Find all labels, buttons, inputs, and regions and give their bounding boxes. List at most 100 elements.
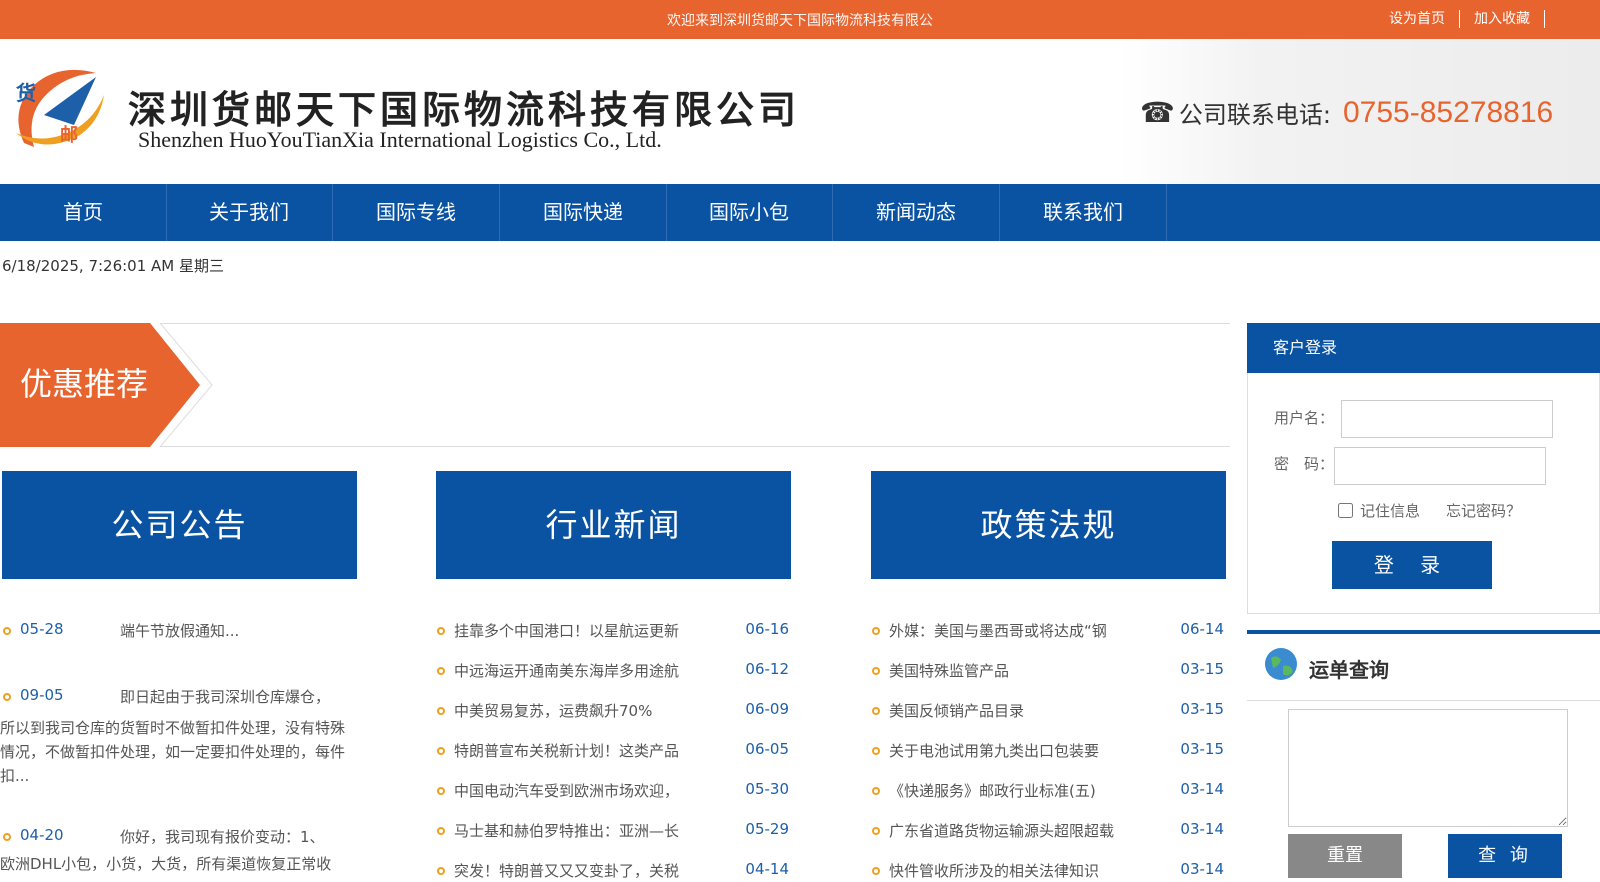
policy-header[interactable]: 政策法规	[871, 471, 1226, 579]
item-title[interactable]: 外媒：美国与墨西哥或将达成“钢	[889, 620, 1144, 641]
list-item[interactable]: 美国特殊监管产品 03-15	[869, 660, 1224, 682]
list-item[interactable]: 突发！特朗普又又又变卦了，关税 04-14	[434, 860, 789, 882]
item-title[interactable]: 美国反倾销产品目录	[889, 700, 1144, 721]
item-title[interactable]: 《快递服务》邮政行业标准(五)	[889, 780, 1144, 801]
item-date: 06-05	[745, 740, 789, 758]
remember-label[interactable]: 记住信息	[1360, 500, 1420, 521]
forgot-password-link[interactable]: 忘记密码？	[1446, 500, 1521, 521]
item-date: 06-16	[745, 620, 789, 638]
promo-label: 优惠推荐	[20, 365, 149, 403]
company-name-cn: 深圳货邮天下国际物流科技有限公司	[128, 87, 801, 132]
bullet-icon	[872, 867, 880, 875]
item-date: 03-14	[1180, 780, 1224, 798]
password-label: 密 码：	[1274, 455, 1335, 473]
company-logo[interactable]: 货 邮	[4, 55, 108, 159]
remember-checkbox[interactable]	[1338, 503, 1353, 518]
add-favorite-link[interactable]: 加入收藏	[1460, 10, 1545, 28]
query-button[interactable]: 查 询	[1448, 834, 1562, 878]
phone-number: 0755-85278816	[1342, 95, 1554, 129]
list-item[interactable]: 04-20 你好，我司现有报价变动：1、 欧洲DHL小包，小货，大货，所有渠道恢…	[0, 826, 355, 873]
item-title[interactable]: 即日起由于我司深圳仓库爆仓，	[120, 686, 355, 707]
username-input[interactable]	[1341, 400, 1553, 438]
username-label: 用户名：	[1274, 409, 1335, 427]
announcements-header[interactable]: 公司公告	[2, 471, 357, 579]
promo-banner: 优惠推荐	[0, 323, 1230, 447]
list-item[interactable]: 挂靠多个中国港口！以星航运更新 06-16	[434, 620, 789, 642]
list-item[interactable]: 特朗普宣布关税新计划！这类产品 06-05	[434, 740, 789, 762]
item-date: 03-15	[1180, 740, 1224, 758]
svg-text:邮: 邮	[60, 124, 78, 146]
nav-item-intl-express[interactable]: 国际快递	[500, 184, 667, 241]
nav-item-about[interactable]: 关于我们	[166, 184, 333, 241]
item-title[interactable]: 中国电动汽车受到欧洲市场欢迎，	[454, 780, 709, 801]
list-item[interactable]: 外媒：美国与墨西哥或将达成“钢 06-14	[869, 620, 1224, 642]
bullet-icon	[437, 707, 445, 715]
list-item[interactable]: 05-28 端午节放假通知...	[0, 620, 355, 642]
item-title[interactable]: 关于电池试用第九类出口包装要	[889, 740, 1144, 761]
item-title[interactable]: 马士基和赫伯罗特推出：亚洲—长	[454, 820, 709, 841]
nav-item-home[interactable]: 首页	[0, 184, 167, 241]
list-item[interactable]: 美国反倾销产品目录 03-15	[869, 700, 1224, 722]
item-title[interactable]: 端午节放假通知...	[120, 620, 355, 641]
bullet-icon	[872, 627, 880, 635]
nav-item-news[interactable]: 新闻动态	[833, 184, 1000, 241]
bullet-icon	[437, 667, 445, 675]
bullet-icon	[437, 627, 445, 635]
item-date: 06-12	[745, 660, 789, 678]
list-item[interactable]: 中美贸易复苏，运费飙升70% 06-09	[434, 700, 789, 722]
list-item[interactable]: 马士基和赫伯罗特推出：亚洲—长 05-29	[434, 820, 789, 842]
bullet-icon	[437, 747, 445, 755]
item-excerpt: 欧洲DHL小包，小货，大货，所有渠道恢复正常收	[0, 855, 332, 873]
item-title[interactable]: 美国特殊监管产品	[889, 660, 1144, 681]
item-date: 03-15	[1180, 660, 1224, 678]
item-date: 05-30	[745, 780, 789, 798]
list-item[interactable]: 中国电动汽车受到欧洲市场欢迎， 05-30	[434, 780, 789, 802]
bullet-icon	[872, 747, 880, 755]
divider	[160, 323, 1230, 324]
item-title[interactable]: 特朗普宣布关税新计划！这类产品	[454, 740, 709, 761]
login-button[interactable]: 登 录	[1332, 541, 1492, 589]
item-excerpt: 所以到我司仓库的货暂时不做暂扣件处理，没有特殊情况，不做暂扣件处理，如一定要扣件…	[0, 719, 346, 785]
item-title[interactable]: 中远海运开通南美东海岸多用途航	[454, 660, 709, 681]
list-item[interactable]: 《快递服务》邮政行业标准(五) 03-14	[869, 780, 1224, 802]
nav-item-intl-parcel[interactable]: 国际小包	[666, 184, 833, 241]
bullet-icon	[3, 627, 11, 635]
list-item[interactable]: 广东省道路货物运输源头超限超载 03-14	[869, 820, 1224, 842]
item-date: 06-14	[1180, 620, 1224, 638]
item-title[interactable]: 广东省道路货物运输源头超限超载	[889, 820, 1144, 841]
bullet-icon	[3, 693, 11, 701]
list-item[interactable]: 09-05 即日起由于我司深圳仓库爆仓， 所以到我司仓库的货暂时不做暂扣件处理，…	[0, 686, 355, 785]
reset-button[interactable]: 重置	[1288, 834, 1402, 878]
bullet-icon	[872, 667, 880, 675]
nav-item-intl-line[interactable]: 国际专线	[333, 184, 500, 241]
bullet-icon	[3, 833, 11, 841]
list-item[interactable]: 关于电池试用第九类出口包装要 03-15	[869, 740, 1224, 762]
login-form: 用户名： 密 码： 记住信息 忘记密码？ 登 录	[1247, 373, 1600, 614]
item-title[interactable]: 你好，我司现有报价变动：1、	[120, 826, 355, 847]
top-links: 设为首页 加入收藏	[1375, 10, 1545, 28]
login-panel: 客户登录 用户名： 密 码： 记住信息 忘记密码？ 登 录	[1247, 323, 1600, 614]
tracking-number-input[interactable]	[1288, 709, 1568, 827]
nav-item-contact[interactable]: 联系我们	[1000, 184, 1167, 241]
industry-news-header[interactable]: 行业新闻	[436, 471, 791, 579]
item-date: 03-15	[1180, 700, 1224, 718]
item-title[interactable]: 挂靠多个中国港口！以星航运更新	[454, 620, 709, 641]
divider	[160, 446, 1230, 447]
item-date: 05-29	[745, 820, 789, 838]
password-input[interactable]	[1334, 447, 1546, 485]
list-item[interactable]: 快件管收所涉及的相关法律知识 03-14	[869, 860, 1224, 882]
globe-icon	[1265, 648, 1297, 680]
item-title[interactable]: 中美贸易复苏，运费飙升70%	[454, 700, 709, 721]
set-home-link[interactable]: 设为首页	[1375, 10, 1460, 28]
item-date: 06-09	[745, 700, 789, 718]
contact-phone: ☎ 公司联系电话: 0755-85278816	[1140, 95, 1553, 130]
list-item[interactable]: 中远海运开通南美东海岸多用途航 06-12	[434, 660, 789, 682]
bullet-icon	[872, 707, 880, 715]
item-title[interactable]: 快件管收所涉及的相关法律知识	[889, 860, 1144, 881]
bullet-icon	[872, 787, 880, 795]
bullet-icon	[437, 827, 445, 835]
company-name-en: Shenzhen HuoYouTianXia International Log…	[138, 127, 662, 152]
bullet-icon	[437, 867, 445, 875]
main-nav: 首页 关于我们 国际专线 国际快递 国际小包 新闻动态 联系我们	[0, 184, 1600, 241]
item-title[interactable]: 突发！特朗普又又又变卦了，关税	[454, 860, 709, 881]
